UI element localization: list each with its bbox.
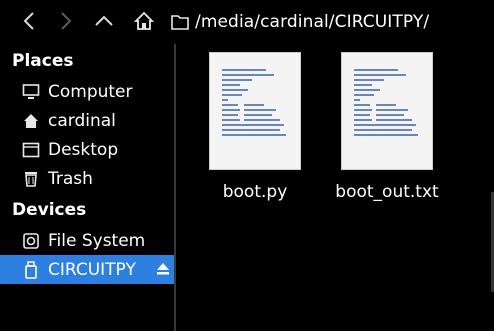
eject-icon[interactable] — [156, 261, 170, 277]
text-file-icon — [209, 52, 301, 170]
toolbar: /media/cardinal/CIRCUITPY/ — [0, 0, 494, 44]
chevron-left-icon — [23, 12, 34, 30]
folder-icon — [171, 15, 189, 30]
file-item-boot-out-txt[interactable]: boot_out.txt — [322, 52, 452, 202]
sidebar-item-label: Computer — [48, 81, 133, 102]
sidebar-item-label: CIRCUITPY — [48, 259, 136, 280]
sidebar-item-desktop[interactable]: Desktop — [0, 135, 174, 164]
chevron-up-icon — [95, 15, 113, 26]
sidebar-item-label: Desktop — [48, 139, 119, 160]
back-button[interactable] — [12, 4, 46, 38]
sidebar-item-file-system[interactable]: File System — [0, 226, 174, 255]
file-name: boot_out.txt — [335, 182, 439, 202]
text-file-icon — [341, 52, 433, 170]
trash-icon — [21, 169, 41, 189]
file-name: boot.py — [222, 182, 288, 202]
sidebar-item-label: File System — [48, 230, 146, 251]
location-path[interactable]: /media/cardinal/CIRCUITPY/ — [195, 12, 429, 32]
usb-drive-icon — [21, 260, 41, 280]
home-button[interactable] — [127, 4, 161, 38]
sidebar-item-cardinal[interactable]: cardinal — [0, 106, 174, 135]
monitor-icon — [21, 82, 41, 102]
sidebar-item-label: Trash — [48, 168, 93, 189]
sidebar-item-computer[interactable]: Computer — [0, 77, 174, 106]
places-header: Places — [12, 51, 74, 71]
sidebar-item-circuitpy[interactable]: CIRCUITPY — [0, 255, 174, 284]
chevron-right-icon — [61, 12, 72, 30]
home-folder-icon — [21, 111, 41, 131]
home-icon — [134, 11, 154, 30]
up-button[interactable] — [87, 4, 121, 38]
file-item-boot-py[interactable]: boot.py — [190, 52, 320, 202]
location-bar[interactable]: /media/cardinal/CIRCUITPY/ — [171, 9, 429, 35]
file-view[interactable]: boot.py boot_out.txt — [176, 44, 494, 331]
forward-button[interactable] — [49, 4, 83, 38]
sidebar: Places Computer cardinal Desktop Trash D… — [0, 44, 174, 331]
sidebar-item-trash[interactable]: Trash — [0, 164, 174, 193]
sidebar-item-label: cardinal — [48, 110, 116, 131]
drive-icon — [21, 231, 41, 251]
devices-header: Devices — [12, 200, 87, 220]
desktop-icon — [21, 140, 41, 160]
